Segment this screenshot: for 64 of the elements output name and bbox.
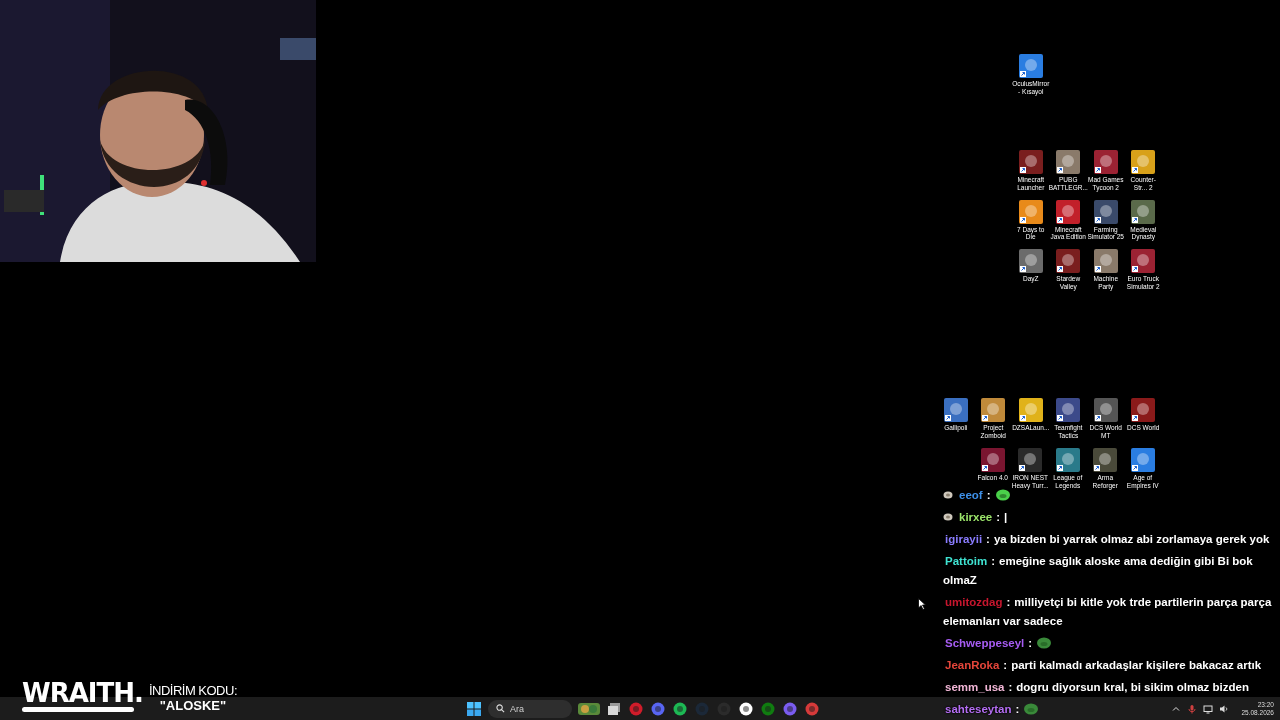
app-icon <box>1018 199 1043 224</box>
search-icon <box>496 704 505 713</box>
app-icon <box>1018 448 1043 472</box>
start-icon[interactable] <box>466 700 482 717</box>
chat-username: Schweppeseyl <box>945 636 1025 649</box>
chat-separator: : <box>1003 658 1008 671</box>
chat-separator: : <box>1028 636 1033 649</box>
promo-label: İNDİRİM KODU: <box>148 683 237 698</box>
chat-username: kirxee <box>959 510 993 523</box>
chat-username: eeof <box>959 488 983 501</box>
app-icon[interactable] <box>672 700 688 717</box>
speaker-icon[interactable] <box>1219 703 1230 714</box>
widget-icon[interactable] <box>578 702 600 715</box>
chat-message-text: dogru diyorsun kral, bi sikim olmaz bizden <box>1016 680 1249 693</box>
chat-message-text: parti kalmadı arkadaşlar kişilere bakacaz artık <box>1011 658 1262 671</box>
app-icon <box>1093 398 1118 422</box>
chat-separator: : <box>986 532 990 545</box>
microphone-icon[interactable] <box>1187 703 1198 714</box>
app-icon <box>981 398 1006 422</box>
monitor-icon[interactable] <box>1203 703 1214 714</box>
app-icon <box>1056 199 1081 224</box>
app-icon <box>1131 150 1156 174</box>
app-icon <box>1056 398 1081 422</box>
chat-separator: : <box>1008 680 1013 693</box>
app-icon <box>1093 150 1118 174</box>
promo-code: "ALOSKE" <box>159 698 227 713</box>
chat-username: semm_usa <box>945 680 1005 693</box>
app-icon <box>1056 150 1081 174</box>
chat-separator: : <box>996 510 1001 523</box>
app-icon <box>980 448 1005 472</box>
chat-separator: : <box>1006 595 1011 608</box>
chat-username: igirayii <box>945 532 983 545</box>
app-icon[interactable] <box>738 700 754 717</box>
search-field[interactable]: Ara <box>488 699 572 718</box>
chat-message-text: olmaZ <box>943 572 977 588</box>
app-icon <box>1131 199 1156 224</box>
chat-username: umitozdag <box>945 595 1003 608</box>
app-icon <box>1018 54 1043 78</box>
chat-message-text: milliyetçi bi kitle yok trde partilerin parça parça <box>1014 595 1272 608</box>
app-icon <box>1093 448 1118 472</box>
chat-username: JeanRoka <box>945 658 1000 671</box>
app-icon <box>1093 249 1118 273</box>
chat-username: Pattoim <box>945 554 988 567</box>
task-view-icon[interactable] <box>606 700 622 717</box>
chat-message-text: | <box>1004 510 1008 523</box>
chat-separator: : <box>1015 702 1020 715</box>
brand-logo: WRAITH. <box>22 680 143 706</box>
app-icon <box>1130 448 1155 472</box>
chat-separator: : <box>986 488 991 501</box>
cursor-icon <box>918 598 926 610</box>
app-icon <box>1018 398 1043 422</box>
chat-message-text: ya bizden bi yarrak olmaz abi zorlamaya gerek yok <box>993 532 1270 545</box>
chat-separator: : <box>991 554 995 567</box>
chat-username: sahteseytan <box>945 702 1012 715</box>
chat-message-text: elemanları var sadece <box>943 613 1063 629</box>
app-icon <box>1131 398 1156 422</box>
chat-message-text: emeğine sağlık aloske ama dediğin gibi Bi bok <box>999 554 1253 567</box>
app-icon <box>1018 150 1043 174</box>
app-icon <box>1056 249 1081 273</box>
app-icon <box>943 398 968 422</box>
app-icon <box>1131 249 1156 273</box>
app-icon <box>1093 199 1118 224</box>
app-icon <box>1055 448 1080 472</box>
app-icon <box>1018 249 1043 273</box>
